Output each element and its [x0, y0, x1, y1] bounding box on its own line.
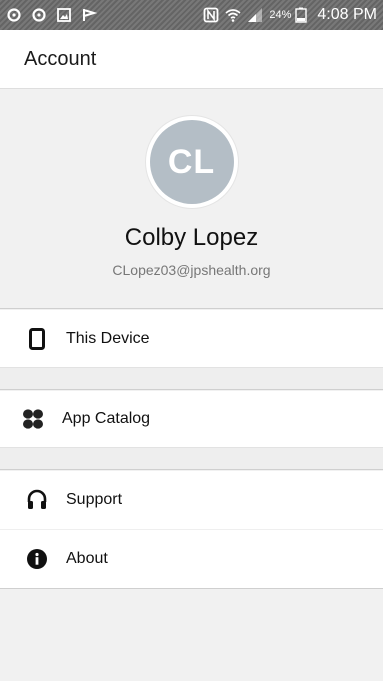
sync-icon: [6, 7, 22, 23]
battery-icon: [295, 7, 311, 23]
section-divider: [0, 368, 383, 390]
phone-icon: [26, 327, 48, 350]
support-item[interactable]: Support: [0, 471, 383, 530]
battery-percent: 24%: [269, 9, 292, 21]
app-catalog-label: App Catalog: [62, 410, 151, 427]
flag-icon: [81, 7, 98, 23]
profile-name: Colby Lopez: [124, 224, 259, 251]
avatar-initials: CL: [149, 120, 234, 204]
section-divider: [0, 448, 383, 470]
system-icons: 24% 4:08 PM: [203, 6, 377, 24]
page-title: Account: [24, 47, 97, 70]
this-device-label: This Device: [66, 329, 150, 347]
app-catalog-item[interactable]: App Catalog: [0, 391, 383, 448]
sync-icon: [31, 7, 47, 23]
wifi-icon: [225, 7, 241, 23]
app-bar: Account: [0, 30, 383, 89]
empty-area: [0, 590, 383, 681]
headphones-icon: [26, 489, 48, 511]
grid-icon: [22, 408, 44, 430]
clock: 4:08 PM: [317, 6, 377, 23]
support-label: Support: [66, 491, 123, 508]
signal-icon: [247, 7, 263, 23]
about-item[interactable]: About: [0, 530, 383, 589]
profile-section: CL Colby Lopez CLopez03@jpshealth.org: [0, 92, 383, 309]
image-icon: [56, 7, 72, 23]
this-device-item[interactable]: This Device: [0, 310, 383, 368]
status-bar: 24% 4:08 PM: [0, 0, 383, 30]
nfc-icon: [203, 7, 219, 23]
info-icon: [26, 548, 48, 570]
profile-email: CLopez03@jpshealth.org: [112, 262, 271, 278]
notification-icons: [6, 7, 98, 23]
avatar: CL: [145, 116, 238, 208]
about-label: About: [66, 550, 108, 567]
